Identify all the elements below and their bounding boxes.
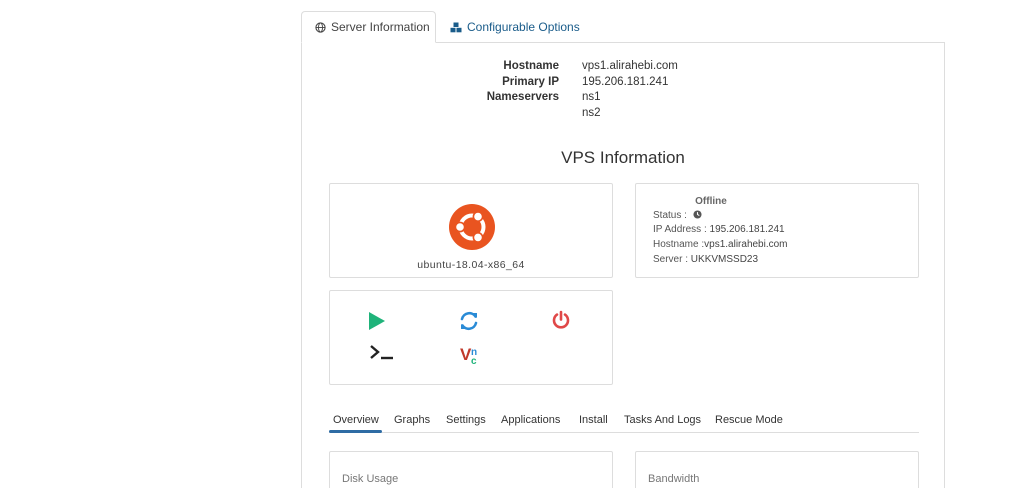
active-tab-indicator [329,430,382,433]
tab-configurable-options[interactable]: Configurable Options [450,11,580,43]
server-label: Server : [653,254,689,265]
vps-information-title: VPS Information [561,148,685,167]
tab-rescue-mode[interactable]: Rescue Mode [715,414,783,426]
os-card: ubuntu-18.04-x86_64 [329,183,613,278]
hostname-label: Hostname : [653,239,705,250]
tab-label: Configurable Options [467,20,580,34]
console-icon[interactable] [369,343,395,366]
info-value: ns2 [582,106,601,119]
tab-install[interactable]: Install [579,414,608,426]
tab-tasks-and-logs[interactable]: Tasks And Logs [624,414,701,426]
vnc-icon[interactable]: V n c [460,342,484,371]
globe-icon [315,21,326,33]
tab-overview[interactable]: Overview [333,414,379,426]
server-info-table: Hostname vps1.alirahebi.com Primary IP 1… [302,59,944,121]
vps-nav-tabs: Overview Graphs Settings Applications In… [329,408,919,433]
tab-applications[interactable]: Applications [501,414,560,426]
info-value: vps1.alirahebi.com [582,60,678,72]
start-icon[interactable] [368,311,386,336]
ubuntu-logo-icon [449,204,495,250]
tab-server-information[interactable]: Server Information [301,11,436,43]
info-row-primary-ip: Primary IP 195.206.181.241 [302,75,944,91]
info-row-hostname: Hostname vps1.alirahebi.com [302,59,944,75]
bandwidth-label: Bandwidth [648,473,700,485]
power-off-icon[interactable] [551,310,571,335]
ip-address-line: IP Address : 195.206.181.241 [653,224,785,235]
info-label: Hostname [503,60,559,72]
info-label: Nameservers [486,91,559,103]
server-value: UKKVMSSD23 [690,254,759,265]
status-line: Status : [653,210,702,222]
bandwidth-card: Bandwidth [635,451,919,488]
info-value: 195.206.181.241 [582,75,669,88]
server-information-panel: Hostname vps1.alirahebi.com Primary IP 1… [301,42,945,488]
tab-label: Server Information [331,20,430,34]
ip-address-label: IP Address : [653,224,707,235]
svg-text:c: c [471,356,477,366]
hostname-line: Hostname :vps1.alirahebi.com [653,239,788,250]
ip-address-value: 195.206.181.241 [709,224,785,235]
clock-icon [693,210,702,222]
os-name: ubuntu-18.04-x86_64 [417,259,525,271]
info-value: ns1 [582,91,601,103]
info-label: Primary IP [502,75,559,88]
disk-usage-label: Disk Usage [342,473,399,485]
status-label: Status : [653,210,687,221]
tab-graphs[interactable]: Graphs [394,414,430,426]
status-heading: Offline [695,196,727,207]
server-line: Server : UKKVMSSD23 [653,254,758,265]
info-row-nameservers: Nameservers ns1 [302,90,944,106]
disk-usage-card: Disk Usage [329,451,613,488]
status-card: Offline Status : IP Address : 195.206.18… [635,183,919,278]
actions-card: V n c [329,290,613,385]
tab-settings[interactable]: Settings [446,414,486,426]
hostname-value: vps1.alirahebi.com [704,239,788,250]
cubes-icon [450,22,462,33]
info-row-nameserver-2: ns2 [302,106,944,122]
restart-icon[interactable] [458,310,480,337]
